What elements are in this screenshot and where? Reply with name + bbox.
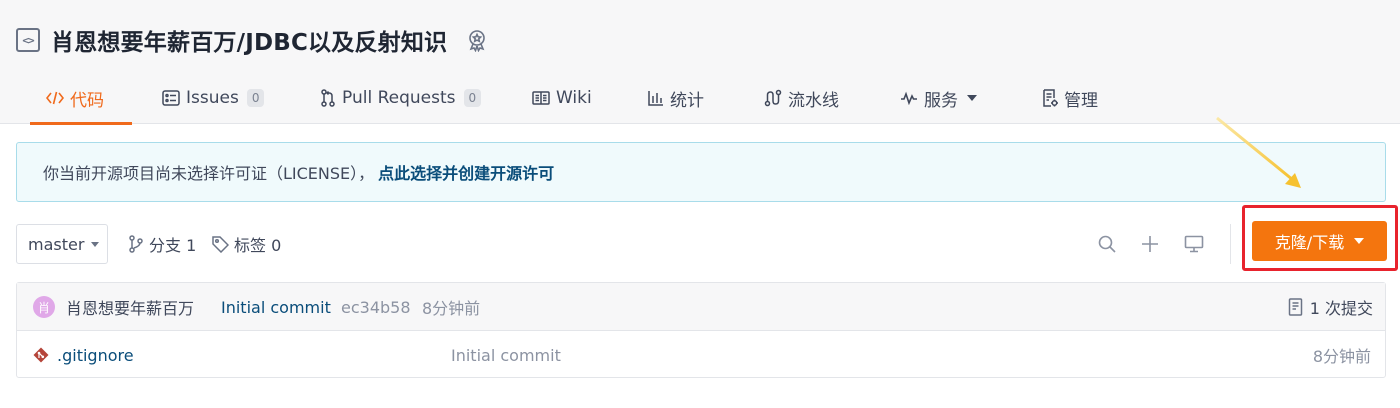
tab-label: Wiki [556,88,592,108]
settings-doc-icon [1042,89,1058,107]
pipeline-icon [764,89,782,107]
chevron-down-icon [1354,238,1365,244]
tag-icon [212,235,229,253]
tab-label: 代码 [70,90,104,111]
add-file-icon[interactable] [1138,232,1162,256]
toolbar-divider [1230,224,1231,264]
commits-icon [1288,298,1304,316]
file-commit-message[interactable]: Initial commit [451,331,561,379]
clone-download-label: 克隆/下载 [1274,233,1345,252]
create-license-link[interactable]: 点此选择并创建开源许可 [378,160,554,184]
branch-name: master [28,234,85,254]
tab-pipeline[interactable]: 流水线 [764,72,839,124]
web-ide-icon[interactable] [1182,232,1206,256]
branch-select[interactable]: master [16,224,108,264]
commit-count-link[interactable]: 1 次提交 [1288,283,1373,331]
chevron-down-icon [91,241,100,247]
pull-request-icon [320,89,336,107]
recommend-badge-icon[interactable] [465,28,489,52]
tab-services[interactable]: 服务 [900,72,977,124]
tags-label: 标签 0 [234,236,282,255]
issues-icon [162,90,180,106]
license-notice-text: 你当前开源项目尚未选择许可证（LICENSE）， [43,164,375,183]
tab-pull-requests[interactable]: Pull Requests 0 [320,72,482,124]
file-name-link[interactable]: .gitignore [57,331,134,379]
pull-requests-count: 0 [463,89,482,107]
license-notice: 你当前开源项目尚未选择许可证（LICENSE）， 点此选择并创建开源许可 [16,142,1386,202]
commit-time: 8分钟前 [422,299,481,318]
branches-link[interactable]: 分支 1 [128,224,196,264]
tab-label: Pull Requests [342,88,456,108]
code-bracket-icon: <> [16,28,40,52]
git-file-icon [33,347,49,363]
repo-name[interactable]: 肖恩想要年薪百万/JDBC以及反射知识 [51,23,447,57]
latest-commit-row: 肖 肖恩想要年薪百万 Initial commit ec34b58 8分钟前 1… [17,283,1385,331]
tab-wiki[interactable]: Wiki [532,72,592,124]
file-commit-time: 8分钟前 [1312,347,1371,366]
repo-title-bar: <> 肖恩想要年薪百万/JDBC以及反射知识 [16,22,489,58]
avatar[interactable]: 肖 [33,296,55,318]
tab-issues[interactable]: Issues 0 [162,72,265,124]
clone-download-button[interactable]: 克隆/下载 [1252,221,1387,261]
search-icon[interactable] [1095,232,1119,256]
commit-count: 1 次提交 [1309,299,1373,318]
issues-count: 0 [246,89,265,107]
tab-manage[interactable]: 管理 [1042,72,1098,124]
annotation-arrow [1216,116,1301,188]
repo-toolbar: master 分支 1 标签 0 [16,224,1386,264]
branch-icon [128,235,144,253]
tab-statistics[interactable]: 统计 [648,72,704,124]
commit-sha[interactable]: ec34b58 [341,283,411,331]
tab-label: Issues [186,88,239,108]
book-icon [532,91,550,105]
file-list: 肖 肖恩想要年薪百万 Initial commit ec34b58 8分钟前 1… [16,282,1386,378]
tab-label: 管理 [1064,90,1098,111]
tab-label: 服务 [924,90,958,111]
table-row[interactable]: .gitignore Initial commit 8分钟前 [17,331,1385,379]
tags-link[interactable]: 标签 0 [212,224,281,264]
commit-author[interactable]: 肖恩想要年薪百万 [66,283,194,331]
chevron-down-icon [967,95,977,101]
code-icon [46,90,64,106]
pulse-icon [900,91,918,105]
tab-code[interactable]: 代码 [30,72,132,125]
commit-message-link[interactable]: Initial commit [221,283,331,331]
branches-label: 分支 1 [149,236,197,255]
bar-chart-icon [648,90,664,106]
tab-label: 流水线 [788,90,839,111]
tab-label: 统计 [670,90,704,111]
